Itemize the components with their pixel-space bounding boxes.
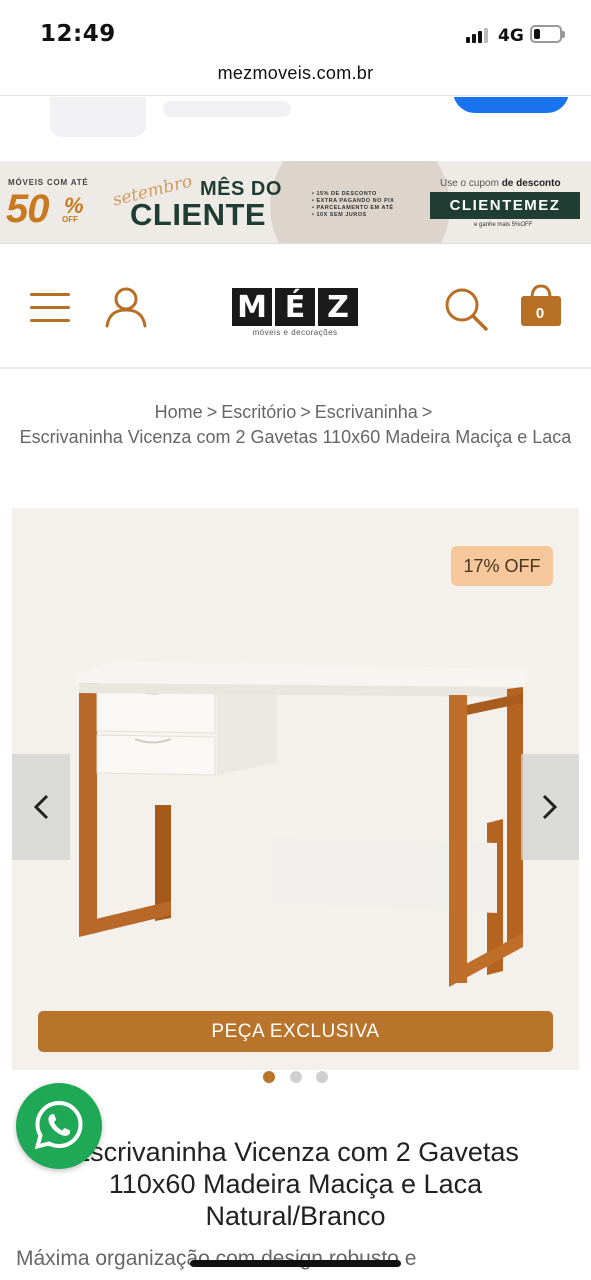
product-description: Máxima organização com design robusto e bbox=[16, 1247, 417, 1270]
gallery-next-button[interactable] bbox=[521, 754, 579, 860]
breadcrumb-separator: > bbox=[421, 402, 433, 422]
gallery-dot[interactable] bbox=[263, 1071, 276, 1083]
logo-letter: É bbox=[275, 288, 315, 326]
promo-moveis-com-ate: MÓVEIS COM ATÉ bbox=[8, 178, 89, 187]
chevron-left-icon bbox=[33, 794, 49, 820]
user-icon[interactable] bbox=[104, 286, 148, 328]
placeholder-block bbox=[50, 97, 146, 137]
breadcrumb-separator: > bbox=[206, 402, 218, 422]
promo-title-line2: CLIENTE bbox=[130, 197, 267, 232]
search-icon[interactable] bbox=[443, 286, 489, 332]
logo-letter: Z bbox=[318, 288, 358, 326]
promo-coupon-intro: Use o cupom de desconto bbox=[440, 178, 561, 189]
cart-count: 0 bbox=[535, 305, 545, 322]
whatsapp-button[interactable] bbox=[16, 1083, 102, 1169]
breadcrumb-current: Escrivaninha Vicenza com 2 Gavetas 110x6… bbox=[19, 427, 572, 447]
promo-bullet: PARCELAMENTO EM ATÉ bbox=[312, 205, 394, 212]
promo-banner[interactable]: MÓVEIS COM ATÉ 50 % OFF setembro MÊS DO … bbox=[0, 161, 591, 244]
shopping-bag-icon[interactable]: 0 bbox=[518, 283, 564, 329]
signal-icon bbox=[466, 27, 492, 43]
breadcrumb-separator: > bbox=[300, 402, 311, 422]
status-time: 12:49 bbox=[40, 21, 116, 47]
promo-bullet: EXTRA PAGANDO NO PIX bbox=[312, 198, 394, 205]
product-gallery[interactable]: 17% OFF PEÇA EXCLUSIVA bbox=[12, 508, 579, 1070]
url-bar[interactable]: mezmoveis.com.br bbox=[0, 60, 591, 96]
breadcrumb: Home > Escritório > Escrivaninha > Escrivanin… bbox=[0, 400, 591, 450]
logo-letter: M bbox=[232, 288, 272, 326]
gallery-dot[interactable] bbox=[289, 1071, 302, 1083]
logo-tagline: móveis e decorações bbox=[252, 328, 338, 337]
site-header: M É Z móveis e decorações 0 bbox=[0, 245, 591, 369]
battery-icon bbox=[530, 25, 565, 43]
breadcrumb-escritorio[interactable]: Escritório bbox=[221, 402, 296, 422]
chevron-right-icon bbox=[542, 794, 558, 820]
breadcrumb-escrivaninha[interactable]: Escrivaninha bbox=[315, 402, 418, 422]
exclusive-label: PEÇA EXCLUSIVA bbox=[38, 1011, 553, 1052]
home-indicator bbox=[190, 1260, 401, 1267]
scrolled-header-remnant bbox=[0, 97, 591, 161]
status-bar: 12:49 4G bbox=[0, 0, 591, 62]
url-text: mezmoveis.com.br bbox=[217, 63, 374, 83]
network-label: 4G bbox=[498, 26, 524, 46]
promo-bullet: 10X SEM JUROS bbox=[312, 212, 394, 219]
placeholder-line bbox=[163, 101, 291, 117]
menu-icon[interactable] bbox=[30, 293, 70, 323]
site-logo[interactable]: M É Z móveis e decorações bbox=[232, 288, 358, 338]
gallery-dot[interactable] bbox=[315, 1071, 328, 1083]
promo-bullets: 15% DE DESCONTO EXTRA PAGANDO NO PIX PAR… bbox=[312, 191, 394, 219]
promo-coupon-note: e ganhe mais 5%OFF bbox=[474, 222, 533, 228]
promo-discount-number: 50 bbox=[6, 187, 49, 231]
discount-badge: 17% OFF bbox=[451, 546, 553, 586]
promo-bullet: 15% DE DESCONTO bbox=[312, 191, 394, 198]
gallery-prev-button[interactable] bbox=[12, 754, 70, 860]
coupon-code: CLIENTEMEZ bbox=[430, 192, 580, 219]
placeholder-button[interactable] bbox=[453, 97, 569, 113]
coupon-intro-prefix: Use o cupom bbox=[440, 178, 499, 189]
gallery-pagination bbox=[0, 1070, 591, 1088]
whatsapp-icon bbox=[34, 1100, 83, 1150]
promo-discount-off: OFF bbox=[62, 215, 78, 224]
coupon-intro-bold: de desconto bbox=[501, 178, 561, 189]
product-image bbox=[75, 661, 529, 987]
breadcrumb-home[interactable]: Home bbox=[155, 402, 203, 422]
